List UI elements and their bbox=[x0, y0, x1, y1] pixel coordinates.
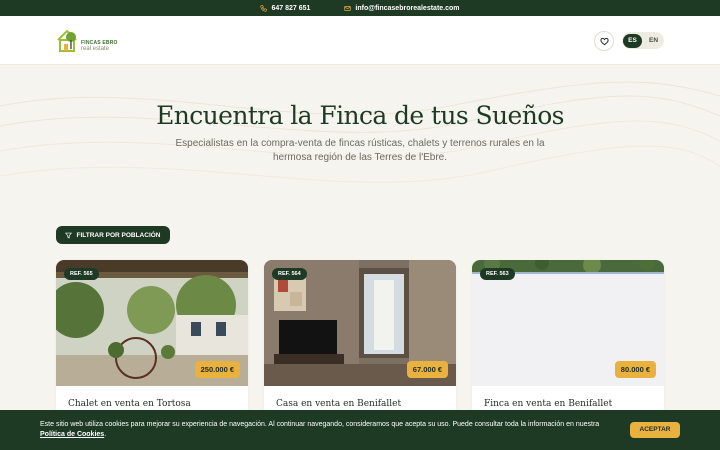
filter-icon bbox=[65, 232, 73, 239]
cookie-banner: Este sitio web utiliza cookies para mejo… bbox=[0, 410, 720, 450]
language-switcher: ES EN bbox=[622, 32, 664, 49]
property-card[interactable]: REF. 565 250.000 € Chalet en venta en To… bbox=[56, 260, 248, 430]
top-contact-bar: 647 827 651 info@fincasebrorealestate.co… bbox=[0, 0, 720, 16]
cookie-policy-link[interactable]: Política de Cookies bbox=[40, 431, 104, 438]
property-price-badge: 250.000 € bbox=[194, 361, 240, 378]
hero-subtitle: Especialistas en la compra-venta de finc… bbox=[175, 138, 545, 163]
property-price-badge: 67.000 € bbox=[406, 361, 448, 378]
email-link[interactable]: info@fincasebrorealestate.com bbox=[344, 4, 460, 12]
property-ref-badge: REF. 564 bbox=[272, 268, 307, 280]
phone-icon bbox=[260, 4, 268, 12]
filter-by-town-button[interactable]: FILTRAR POR POBLACIÓN bbox=[56, 226, 170, 244]
house-tree-logo bbox=[57, 29, 77, 52]
hero-title: Encuentra la Finca de tus Sueños bbox=[156, 101, 564, 130]
mail-icon bbox=[344, 5, 352, 11]
email-address: info@fincasebrorealestate.com bbox=[355, 4, 460, 12]
property-title[interactable]: Finca en venta en Benifallet bbox=[484, 399, 612, 409]
cookie-text: Este sitio web utiliza cookies para mejo… bbox=[40, 421, 600, 428]
favorites-button[interactable] bbox=[594, 31, 614, 51]
lang-en-button[interactable]: EN bbox=[644, 34, 663, 48]
accept-cookies-button[interactable]: ACEPTAR bbox=[630, 422, 680, 438]
property-card[interactable]: REF. 563 80.000 € Finca en venta en Beni… bbox=[472, 260, 664, 430]
property-title[interactable]: Casa en venta en Benifallet bbox=[276, 399, 401, 409]
property-ref-badge: REF. 563 bbox=[480, 268, 515, 280]
site-logo[interactable]: FINCAS EBRO real estate bbox=[56, 27, 118, 53]
lang-es-button[interactable]: ES bbox=[623, 33, 642, 48]
heart-icon bbox=[599, 37, 609, 45]
property-ref-badge: REF. 565 bbox=[64, 268, 99, 280]
cookie-message: Este sitio web utiliza cookies para mejo… bbox=[40, 420, 620, 440]
filter-label: FILTRAR POR POBLACIÓN bbox=[76, 231, 161, 239]
logo-line-2: real estate bbox=[81, 46, 110, 52]
property-price-badge: 80.000 € bbox=[614, 361, 656, 378]
phone-number: 647 827 651 bbox=[271, 4, 311, 12]
cookie-text-end: . bbox=[104, 431, 107, 438]
phone-link[interactable]: 647 827 651 bbox=[260, 5, 310, 12]
site-header: FINCAS EBRO real estate ES EN bbox=[0, 16, 720, 65]
property-card[interactable]: REF. 564 67.000 € Casa en venta en Benif… bbox=[264, 260, 456, 430]
property-title[interactable]: Chalet en venta en Tortosa bbox=[68, 399, 191, 409]
